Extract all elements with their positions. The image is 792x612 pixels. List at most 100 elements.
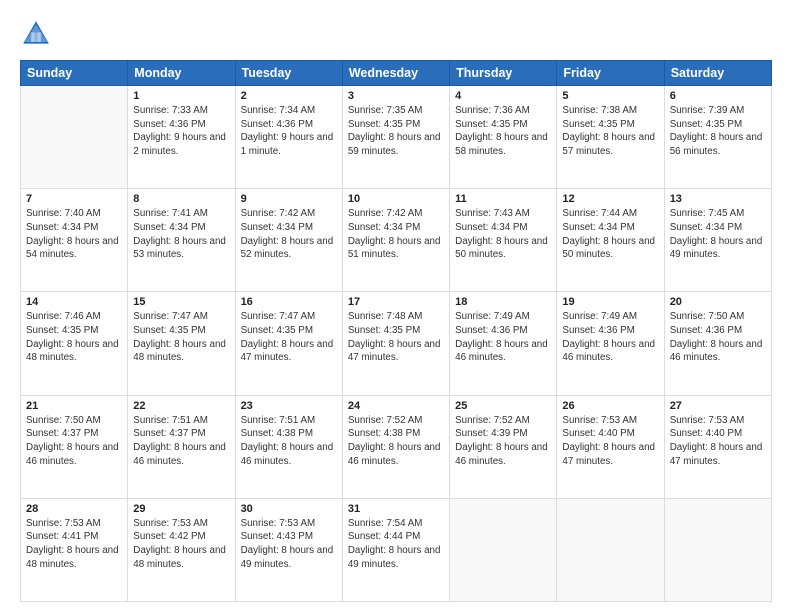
calendar-header-row: SundayMondayTuesdayWednesdayThursdayFrid… <box>21 61 772 86</box>
day-info: Sunrise: 7:42 AMSunset: 4:34 PMDaylight:… <box>348 207 444 262</box>
day-info: Sunrise: 7:38 AMSunset: 4:35 PMDaylight:… <box>562 104 658 159</box>
header <box>20 18 772 50</box>
day-info: Sunrise: 7:54 AMSunset: 4:44 PMDaylight:… <box>348 517 444 572</box>
day-number: 26 <box>562 400 658 412</box>
weekday-header: Thursday <box>450 61 557 86</box>
calendar-cell: 20 Sunrise: 7:50 AMSunset: 4:36 PMDayligh… <box>664 292 771 395</box>
day-info: Sunrise: 7:44 AMSunset: 4:34 PMDaylight:… <box>562 207 658 262</box>
calendar-table: SundayMondayTuesdayWednesdayThursdayFrid… <box>20 60 772 602</box>
day-number: 13 <box>670 193 766 205</box>
day-number: 25 <box>455 400 551 412</box>
day-number: 11 <box>455 193 551 205</box>
calendar-cell: 27 Sunrise: 7:53 AMSunset: 4:40 PMDayligh… <box>664 395 771 498</box>
day-number: 2 <box>241 90 337 102</box>
calendar-cell: 31Sunrise: 7:54 AMSunset: 4:44 PMDayligh… <box>342 498 449 601</box>
page: SundayMondayTuesdayWednesdayThursdayFrid… <box>0 0 792 612</box>
day-number: 30 <box>241 503 337 515</box>
calendar-cell: 24 Sunrise: 7:52 AMSunset: 4:38 PMDayligh… <box>342 395 449 498</box>
calendar-cell: 29 Sunrise: 7:53 AMSunset: 4:42 PMDayligh… <box>128 498 235 601</box>
day-number: 7 <box>26 193 122 205</box>
day-number: 10 <box>348 193 444 205</box>
day-info: Sunrise: 7:45 AMSunset: 4:34 PMDaylight:… <box>670 207 766 262</box>
weekday-header: Saturday <box>664 61 771 86</box>
calendar-cell <box>450 498 557 601</box>
day-number: 15 <box>133 296 229 308</box>
calendar-cell: 13 Sunrise: 7:45 AMSunset: 4:34 PMDayligh… <box>664 189 771 292</box>
day-info: Sunrise: 7:36 AMSunset: 4:35 PMDaylight:… <box>455 104 551 159</box>
calendar-cell: 25 Sunrise: 7:52 AMSunset: 4:39 PMDayligh… <box>450 395 557 498</box>
day-number: 3 <box>348 90 444 102</box>
day-info: Sunrise: 7:39 AMSunset: 4:35 PMDaylight:… <box>670 104 766 159</box>
day-info: Sunrise: 7:52 AMSunset: 4:39 PMDaylight:… <box>455 414 551 469</box>
day-number: 4 <box>455 90 551 102</box>
weekday-header: Sunday <box>21 61 128 86</box>
day-info: Sunrise: 7:34 AMSunset: 4:36 PMDaylight:… <box>241 104 337 159</box>
day-number: 27 <box>670 400 766 412</box>
calendar-cell: 11Sunrise: 7:43 AMSunset: 4:34 PMDayligh… <box>450 189 557 292</box>
day-number: 18 <box>455 296 551 308</box>
day-info: Sunrise: 7:53 AMSunset: 4:40 PMDaylight:… <box>670 414 766 469</box>
calendar-cell: 22Sunrise: 7:51 AMSunset: 4:37 PMDayligh… <box>128 395 235 498</box>
weekday-header: Wednesday <box>342 61 449 86</box>
day-info: Sunrise: 7:50 AMSunset: 4:36 PMDaylight:… <box>670 310 766 365</box>
day-info: Sunrise: 7:35 AMSunset: 4:35 PMDaylight:… <box>348 104 444 159</box>
day-info: Sunrise: 7:46 AMSunset: 4:35 PMDaylight:… <box>26 310 122 365</box>
logo <box>20 18 56 50</box>
day-info: Sunrise: 7:49 AMSunset: 4:36 PMDaylight:… <box>455 310 551 365</box>
calendar-cell: 7 Sunrise: 7:40 AMSunset: 4:34 PMDaylight… <box>21 189 128 292</box>
day-number: 20 <box>670 296 766 308</box>
day-number: 24 <box>348 400 444 412</box>
weekday-header: Monday <box>128 61 235 86</box>
calendar-cell: 3 Sunrise: 7:35 AMSunset: 4:35 PMDaylight… <box>342 86 449 189</box>
calendar-week-row: 28 Sunrise: 7:53 AMSunset: 4:41 PMDayligh… <box>21 498 772 601</box>
calendar-cell: 6Sunrise: 7:39 AMSunset: 4:35 PMDaylight… <box>664 86 771 189</box>
day-info: Sunrise: 7:41 AMSunset: 4:34 PMDaylight:… <box>133 207 229 262</box>
calendar-week-row: 7 Sunrise: 7:40 AMSunset: 4:34 PMDaylight… <box>21 189 772 292</box>
day-info: Sunrise: 7:51 AMSunset: 4:37 PMDaylight:… <box>133 414 229 469</box>
calendar-cell: 30 Sunrise: 7:53 AMSunset: 4:43 PMDayligh… <box>235 498 342 601</box>
day-number: 17 <box>348 296 444 308</box>
calendar-cell: 10 Sunrise: 7:42 AMSunset: 4:34 PMDayligh… <box>342 189 449 292</box>
calendar-cell: 4 Sunrise: 7:36 AMSunset: 4:35 PMDaylight… <box>450 86 557 189</box>
calendar-cell <box>664 498 771 601</box>
calendar-cell: 23 Sunrise: 7:51 AMSunset: 4:38 PMDayligh… <box>235 395 342 498</box>
day-info: Sunrise: 7:47 AMSunset: 4:35 PMDaylight:… <box>133 310 229 365</box>
day-info: Sunrise: 7:53 AMSunset: 4:42 PMDaylight:… <box>133 517 229 572</box>
day-info: Sunrise: 7:42 AMSunset: 4:34 PMDaylight:… <box>241 207 337 262</box>
calendar-cell: 15 Sunrise: 7:47 AMSunset: 4:35 PMDayligh… <box>128 292 235 395</box>
calendar-cell <box>21 86 128 189</box>
calendar-cell: 14 Sunrise: 7:46 AMSunset: 4:35 PMDayligh… <box>21 292 128 395</box>
calendar-cell: 1 Sunrise: 7:33 AMSunset: 4:36 PMDaylight… <box>128 86 235 189</box>
day-number: 12 <box>562 193 658 205</box>
day-info: Sunrise: 7:49 AMSunset: 4:36 PMDaylight:… <box>562 310 658 365</box>
day-number: 28 <box>26 503 122 515</box>
day-info: Sunrise: 7:33 AMSunset: 4:36 PMDaylight:… <box>133 104 229 159</box>
day-number: 21 <box>26 400 122 412</box>
day-number: 29 <box>133 503 229 515</box>
day-info: Sunrise: 7:53 AMSunset: 4:43 PMDaylight:… <box>241 517 337 572</box>
day-info: Sunrise: 7:47 AMSunset: 4:35 PMDaylight:… <box>241 310 337 365</box>
calendar-week-row: 21 Sunrise: 7:50 AMSunset: 4:37 PMDayligh… <box>21 395 772 498</box>
day-info: Sunrise: 7:51 AMSunset: 4:38 PMDaylight:… <box>241 414 337 469</box>
day-info: Sunrise: 7:52 AMSunset: 4:38 PMDaylight:… <box>348 414 444 469</box>
day-info: Sunrise: 7:40 AMSunset: 4:34 PMDaylight:… <box>26 207 122 262</box>
calendar-cell: 16 Sunrise: 7:47 AMSunset: 4:35 PMDayligh… <box>235 292 342 395</box>
day-number: 16 <box>241 296 337 308</box>
day-number: 14 <box>26 296 122 308</box>
calendar-week-row: 14 Sunrise: 7:46 AMSunset: 4:35 PMDayligh… <box>21 292 772 395</box>
calendar-cell: 2 Sunrise: 7:34 AMSunset: 4:36 PMDaylight… <box>235 86 342 189</box>
weekday-header: Friday <box>557 61 664 86</box>
day-number: 23 <box>241 400 337 412</box>
day-number: 9 <box>241 193 337 205</box>
day-info: Sunrise: 7:48 AMSunset: 4:35 PMDaylight:… <box>348 310 444 365</box>
logo-icon <box>20 18 52 50</box>
calendar-cell: 26Sunrise: 7:53 AMSunset: 4:40 PMDayligh… <box>557 395 664 498</box>
calendar-cell: 17 Sunrise: 7:48 AMSunset: 4:35 PMDayligh… <box>342 292 449 395</box>
day-info: Sunrise: 7:53 AMSunset: 4:41 PMDaylight:… <box>26 517 122 572</box>
day-number: 5 <box>562 90 658 102</box>
calendar-cell <box>557 498 664 601</box>
day-number: 1 <box>133 90 229 102</box>
day-number: 19 <box>562 296 658 308</box>
calendar-week-row: 1 Sunrise: 7:33 AMSunset: 4:36 PMDaylight… <box>21 86 772 189</box>
day-info: Sunrise: 7:50 AMSunset: 4:37 PMDaylight:… <box>26 414 122 469</box>
